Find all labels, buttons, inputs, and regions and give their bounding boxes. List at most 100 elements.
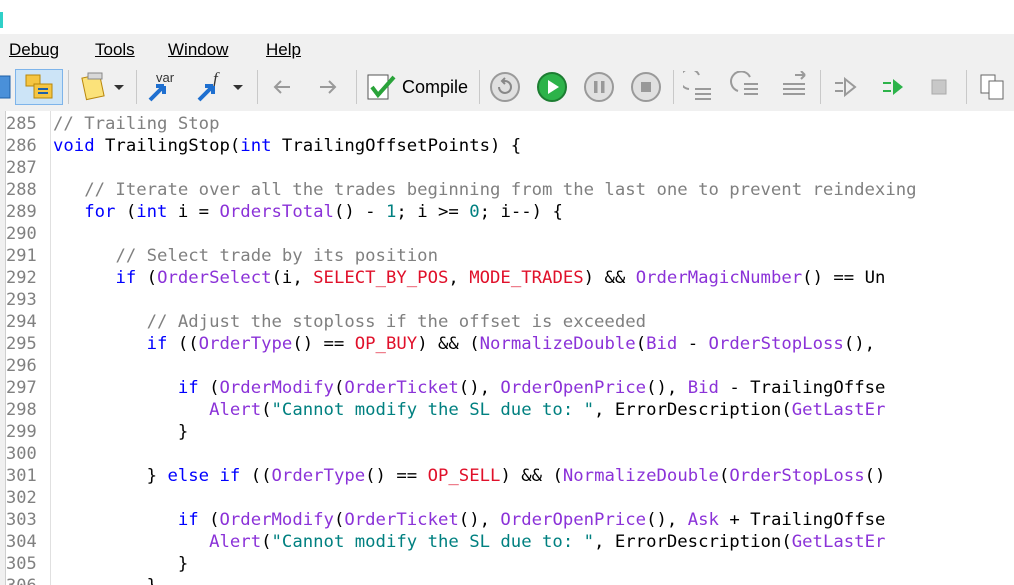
code-token: (),: [646, 510, 688, 530]
breakpoint-icon: [835, 76, 857, 98]
code-token: ) && (: [417, 334, 480, 354]
code-token: (),: [646, 378, 688, 398]
code-line[interactable]: [53, 443, 917, 465]
code-token: (),: [843, 334, 876, 354]
code-line[interactable]: [53, 223, 917, 245]
code-token: GetLastEr: [791, 532, 886, 552]
code-area[interactable]: // Trailing Stop void TrailingStop(int Tr…: [53, 113, 917, 585]
code-line[interactable]: Alert("Cannot modify the SL due to: ", E…: [53, 399, 917, 421]
restart-button[interactable]: [486, 69, 524, 105]
dropdown-arrow-icon: [233, 85, 243, 90]
menu-help-label: Help: [266, 40, 301, 59]
navigator-button[interactable]: [15, 69, 63, 105]
run-to-cursor-icon: [883, 79, 903, 95]
code-token: // Trailing Stop: [53, 114, 220, 134]
line-number: 302: [6, 488, 37, 508]
line-number: 289: [6, 202, 37, 222]
compile-label: Compile: [402, 76, 469, 97]
code-token: void: [53, 136, 95, 156]
code-token: ) && (: [500, 466, 563, 486]
code-line[interactable]: Alert("Cannot modify the SL due to: ", E…: [53, 531, 917, 553]
code-token: if: [177, 510, 199, 530]
menu-tools-label: Tools: [95, 40, 135, 59]
code-line[interactable]: // Select trade by its position: [53, 245, 917, 267]
menu-window[interactable]: Window: [168, 40, 228, 60]
line-number: 294: [6, 312, 37, 332]
code-token: OrdersTotal: [219, 202, 334, 222]
code-line[interactable]: for (int i = OrdersTotal() - 1; i >= 0; …: [53, 201, 917, 223]
code-token: () ==: [292, 334, 355, 354]
step-into-button[interactable]: [680, 69, 718, 105]
code-line[interactable]: if ((OrderType() == OP_BUY) && (Normaliz…: [53, 333, 917, 355]
code-line[interactable]: [53, 355, 917, 377]
step-over-button[interactable]: [727, 69, 765, 105]
copy-icon: [980, 74, 1004, 100]
code-token: }: [53, 554, 189, 574]
step-out-button[interactable]: [774, 69, 812, 105]
code-token: , ErrorDescription(: [594, 532, 792, 552]
stop-debug-button[interactable]: [924, 69, 954, 105]
code-token: (),: [458, 378, 501, 398]
code-line[interactable]: }: [53, 575, 917, 585]
code-line[interactable]: // Iterate over all the trades beginning…: [53, 179, 916, 201]
code-token: NormalizeDouble: [479, 334, 636, 354]
menu-bar: Debug Tools Window Help: [0, 34, 1014, 64]
start-button[interactable]: [533, 69, 571, 105]
run-to-cursor-button[interactable]: [876, 69, 910, 105]
code-line[interactable]: if (OrderModify(OrderTicket(), OrderOpen…: [53, 509, 917, 531]
insert-var-button[interactable]: var: [144, 69, 184, 105]
line-number: 303: [6, 510, 37, 530]
code-line[interactable]: [53, 289, 917, 311]
code-token: ((: [167, 334, 199, 354]
code-token: , ErrorDescription(: [594, 400, 792, 420]
code-token: () == Un: [802, 268, 886, 288]
code-token: for: [84, 202, 116, 222]
code-line[interactable]: if (OrderModify(OrderTicket(), OrderOpen…: [53, 377, 917, 399]
insert-function-button[interactable]: f: [192, 69, 248, 105]
code-line[interactable]: }: [53, 421, 917, 443]
code-line[interactable]: } else if ((OrderType() == OP_SELL) && (…: [53, 465, 917, 487]
stop-button[interactable]: [627, 69, 665, 105]
code-token: GetLastEr: [791, 400, 886, 420]
code-token: MODE_TRADES: [469, 268, 584, 288]
step-over-icon: [730, 71, 758, 95]
function-icon: f: [197, 70, 220, 102]
code-line[interactable]: }: [53, 553, 917, 575]
code-token: OrderType: [198, 334, 293, 354]
toggle-breakpoint-button[interactable]: [828, 69, 862, 105]
compile-button[interactable]: Compile: [364, 69, 468, 105]
code-line[interactable]: [53, 157, 917, 179]
code-line[interactable]: if (OrderSelect(i, SELECT_BY_POS, MODE_T…: [53, 267, 917, 289]
code-token: - TrailingOffse: [718, 378, 886, 398]
menu-help[interactable]: Help: [266, 40, 301, 60]
code-token: SELECT_BY_POS: [313, 268, 449, 288]
forward-button[interactable]: [312, 69, 344, 105]
code-token: (: [333, 510, 345, 530]
code-token: if: [177, 378, 199, 398]
pause-button[interactable]: [580, 69, 618, 105]
code-line[interactable]: void TrailingStop(int TrailingOffsetPoin…: [53, 135, 917, 157]
toolbar-edge-icon[interactable]: [0, 69, 14, 105]
styler-button[interactable]: [74, 69, 130, 105]
code-token: i =: [167, 202, 220, 222]
arrow-left-icon: [273, 80, 290, 94]
restart-icon: [490, 72, 520, 102]
copy-button[interactable]: [974, 69, 1010, 105]
code-token: if: [115, 268, 137, 288]
menu-tools[interactable]: Tools: [95, 40, 135, 60]
code-token: TrailingOffsetPoints) {: [271, 136, 522, 156]
code-line[interactable]: [53, 487, 917, 509]
code-editor[interactable]: 285 286 287 288 289 290 291 292 293 294 295 296 297 2…: [0, 111, 1014, 585]
menu-debug[interactable]: Debug: [9, 40, 59, 60]
code-token: (: [718, 466, 730, 486]
folders-icon: [25, 74, 53, 99]
code-token: (: [635, 334, 647, 354]
back-button[interactable]: [266, 69, 298, 105]
code-line[interactable]: // Trailing Stop: [53, 113, 917, 135]
arrow-right-icon: [320, 80, 337, 94]
code-line[interactable]: // Adjust the stoploss if the offset is …: [53, 311, 917, 333]
